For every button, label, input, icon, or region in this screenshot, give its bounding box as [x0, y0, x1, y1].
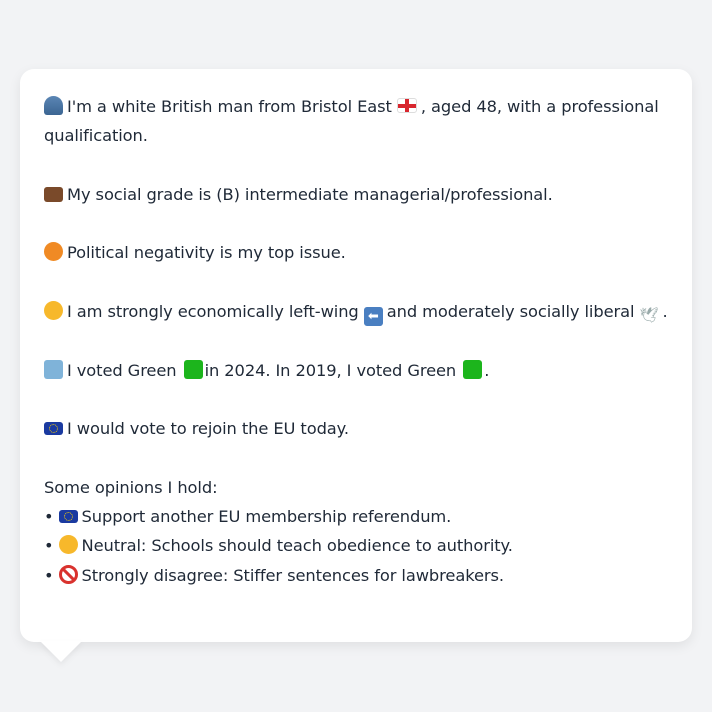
neutral-face-icon: [58, 535, 78, 555]
opinion-item: • Strongly disagree: Stiffer sentences fo…: [44, 564, 505, 585]
angry-face-icon: [44, 242, 63, 262]
opinion-text: Neutral: Schools should teach obedience …: [81, 536, 513, 556]
opinion-item: • Support another EU membership referendu…: [44, 507, 451, 526]
green-party-square-icon: [183, 359, 203, 379]
opinion-text: Support another EU membership referendum…: [81, 507, 452, 527]
vote-line: I voted Green in 2024. In 2019, I voted …: [44, 356, 668, 385]
england-flag-icon: [396, 98, 417, 113]
persona-card: I'm a white British man from Bristol Eas…: [20, 69, 692, 642]
dove-icon: 🕊: [639, 306, 659, 325]
briefcase-icon: [44, 186, 63, 202]
opinions-heading: Some opinions I hold:: [44, 477, 218, 497]
person-icon: [44, 96, 63, 115]
ballot-box-icon: [44, 359, 63, 379]
vote-text: I voted Green: [67, 360, 177, 380]
ideology-period: .: [662, 302, 668, 322]
eu-flag-icon: [58, 510, 78, 524]
speech-bubble-tail: [40, 641, 82, 662]
vote-text-2: in 2024. In 2019, I voted Green: [204, 360, 457, 380]
vote-period: .: [484, 360, 490, 380]
intro-text: I'm a white British man from Bristol Eas…: [67, 97, 392, 116]
green-party-square-icon: [463, 359, 483, 379]
bullet: •: [44, 565, 54, 585]
intro-line: I'm a white British man from Bristol Eas…: [44, 92, 668, 151]
eu-text: I would vote to rejoin the EU today.: [67, 419, 349, 439]
eu-flag-icon: [44, 422, 63, 436]
bullet: •: [44, 536, 54, 556]
left-arrow-icon: ⬅: [363, 307, 383, 327]
grade-line: My social grade is (B) intermediate mana…: [44, 180, 668, 209]
eu-line: I would vote to rejoin the EU today.: [44, 414, 668, 443]
ideology-line: I am strongly economically left-wing ⬅ an…: [44, 297, 668, 327]
prohibited-icon: [58, 564, 78, 584]
opinion-text: Strongly disagree: Stiffer sentences for…: [81, 565, 505, 585]
ideology-text: I am strongly economically left-wing: [67, 302, 359, 322]
bullet: •: [44, 507, 54, 527]
opinion-item: • Neutral: Schools should teach obedience…: [44, 535, 513, 556]
grade-text: My social grade is (B) intermediate mana…: [67, 184, 553, 204]
issue-line: Political negativity is my top issue.: [44, 238, 668, 267]
opinions-section: Some opinions I hold: • Support another E…: [44, 473, 668, 590]
issue-text: Political negativity is my top issue.: [67, 243, 346, 263]
ideology-text-2: and moderately socially liberal: [386, 302, 635, 322]
thinking-face-icon: [44, 301, 63, 321]
